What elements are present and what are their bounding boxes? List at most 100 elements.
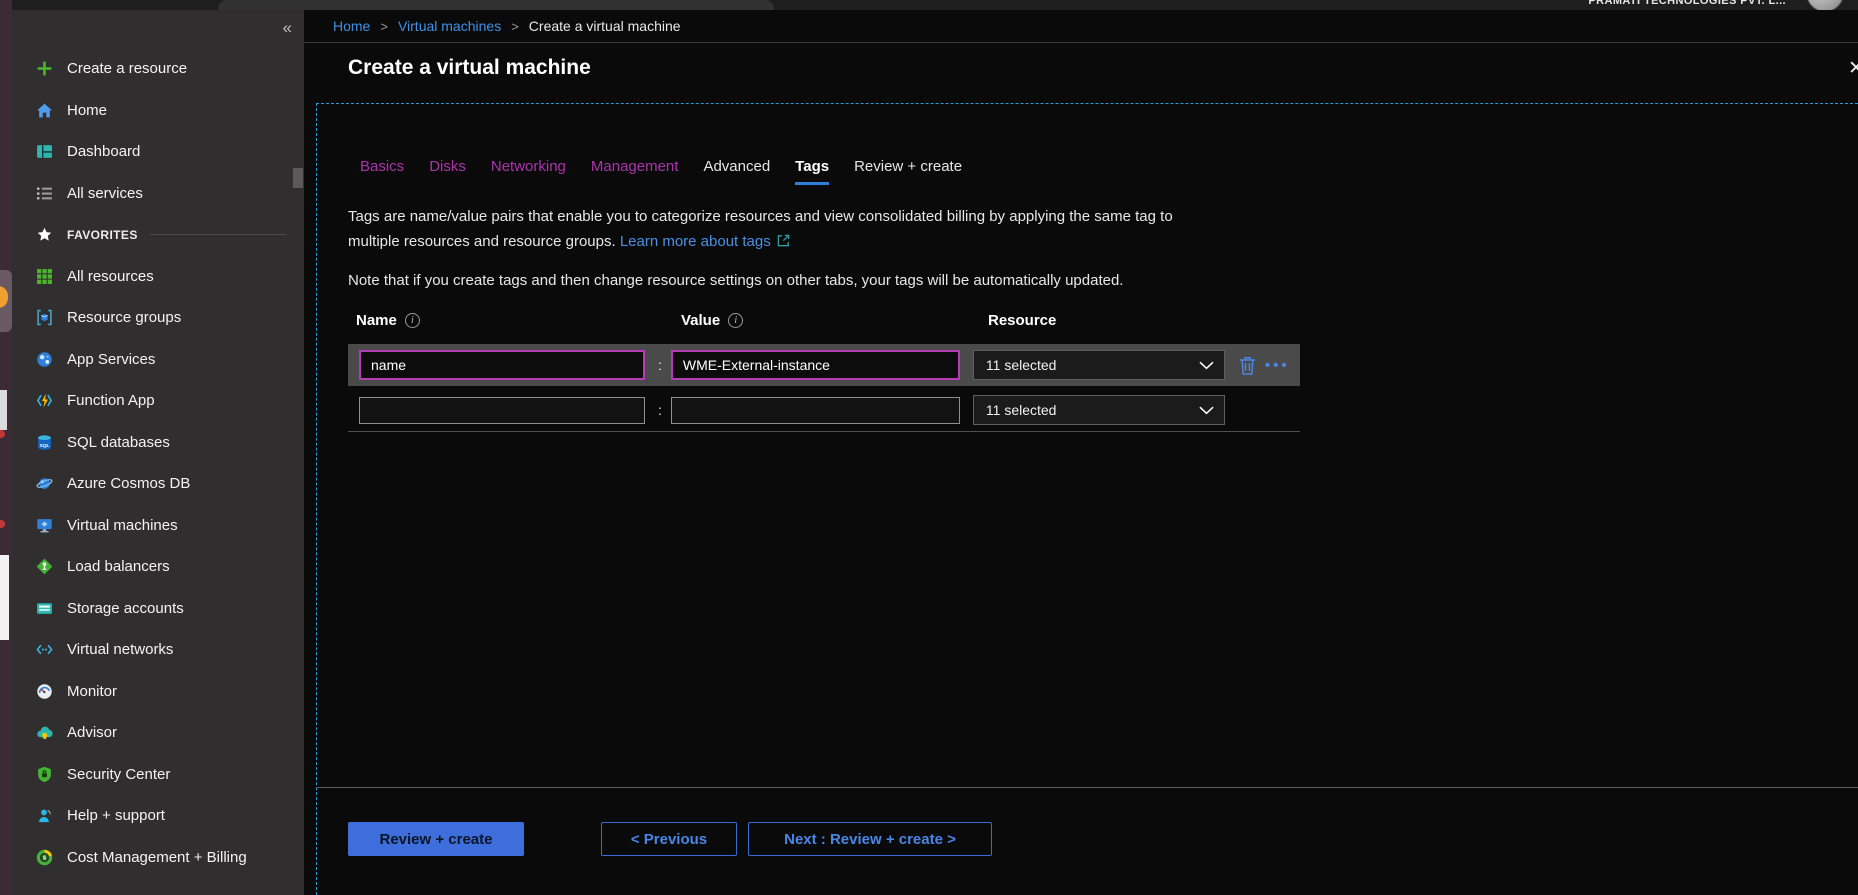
column-header-resource: Resource — [988, 312, 1056, 329]
monitor-icon — [34, 681, 54, 701]
sidebar-item-home[interactable]: Home — [12, 90, 304, 132]
sidebar-item-label: Advisor — [67, 724, 117, 741]
tag-value-input[interactable] — [671, 350, 960, 380]
info-icon[interactable]: i — [728, 313, 743, 328]
sidebar-item-label: Security Center — [67, 766, 170, 783]
sidebar-item-virtual-networks[interactable]: Virtual networks — [12, 629, 304, 671]
sidebar-item-resource-groups[interactable]: Resource groups — [12, 297, 304, 339]
breadcrumb-home[interactable]: Home — [333, 18, 370, 34]
external-link-icon — [776, 231, 791, 256]
column-header-name-label: Name — [356, 312, 397, 329]
portal-top-bar: PRAMATI TECHNOLOGIES PVT. L... — [12, 0, 1858, 10]
tag-name-input[interactable] — [359, 350, 645, 380]
dashboard-icon — [34, 142, 54, 162]
sidebar-item-dashboard[interactable]: Dashboard — [12, 131, 304, 173]
review-create-button[interactable]: Review + create — [348, 822, 524, 856]
column-header-value: Value i — [681, 312, 743, 329]
tag-row-1: : 11 selected ••• — [348, 344, 1300, 386]
delete-tag-icon[interactable] — [1238, 355, 1257, 376]
resource-groups-icon — [34, 308, 54, 328]
tag-value-input-empty[interactable] — [671, 397, 960, 424]
tags-description: Tags are name/value pairs that enable yo… — [348, 204, 1173, 256]
tab-disks[interactable]: Disks — [429, 158, 466, 185]
sidebar-item-sql-databases[interactable]: SQLSQL databases — [12, 422, 304, 464]
tab-management[interactable]: Management — [591, 158, 679, 185]
sidebar-item-load-balancers[interactable]: Load balancers — [12, 546, 304, 588]
load-balancers-icon — [34, 557, 54, 577]
breadcrumb: Home > Virtual machines > Create a virtu… — [304, 10, 1858, 43]
sidebar-item-storage-accounts[interactable]: Storage accounts — [12, 588, 304, 630]
sidebar-item-label: Virtual machines — [67, 517, 178, 534]
sidebar-item-label: App Services — [67, 351, 155, 368]
colon-separator: : — [658, 357, 662, 373]
sidebar-item-cost-management-billing[interactable]: $Cost Management + Billing — [12, 837, 304, 879]
chevron-down-icon — [1199, 361, 1214, 370]
sidebar-item-function-app[interactable]: Function App — [12, 380, 304, 422]
tab-networking[interactable]: Networking — [491, 158, 566, 185]
sidebar-item-label: FAVORITES — [67, 228, 138, 242]
tab-tags[interactable]: Tags — [795, 158, 829, 185]
sidebar-item-label: All resources — [67, 268, 154, 285]
sidebar-item-label: SQL databases — [67, 434, 170, 451]
sidebar-item-all-services[interactable]: All services — [12, 173, 304, 215]
tags-note: Note that if you create tags and then ch… — [348, 272, 1123, 289]
sidebar-item-label: Cost Management + Billing — [67, 849, 247, 866]
tab-review-create[interactable]: Review + create — [854, 158, 962, 185]
sidebar-item-label: Storage accounts — [67, 600, 184, 617]
browser-tab-fragment[interactable] — [218, 0, 774, 10]
tab-advanced[interactable]: Advanced — [703, 158, 770, 185]
security-center-icon — [34, 764, 54, 784]
cosmos-db-icon — [34, 474, 54, 494]
sidebar-item-security-center[interactable]: Security Center — [12, 754, 304, 796]
breadcrumb-virtual-machines[interactable]: Virtual machines — [398, 18, 501, 34]
info-icon[interactable]: i — [405, 313, 420, 328]
advisor-icon — [34, 723, 54, 743]
sidebar-item-label: Dashboard — [67, 143, 140, 160]
sidebar-item-all-resources[interactable]: All resources — [12, 256, 304, 298]
dock-app-icon-fragment[interactable] — [0, 390, 7, 430]
chevron-down-icon — [1199, 406, 1214, 415]
plus-icon — [34, 59, 54, 79]
storage-accounts-icon — [34, 598, 54, 618]
more-options-icon[interactable]: ••• — [1265, 357, 1290, 374]
tag-name-input-empty[interactable] — [359, 397, 645, 424]
star-icon — [34, 225, 54, 245]
next-button[interactable]: Next : Review + create > — [748, 822, 992, 856]
sidebar-item-virtual-machines[interactable]: Virtual machines — [12, 505, 304, 547]
breadcrumb-separator: > — [380, 19, 388, 34]
dock-app-icon-fragment[interactable] — [0, 555, 9, 640]
sidebar-collapse-icon[interactable]: « — [283, 18, 292, 38]
tab-basics[interactable]: Basics — [360, 158, 404, 185]
page-title: Create a virtual machine — [348, 56, 591, 80]
desktop-dock-strip — [0, 0, 12, 895]
tag-row-2: : 11 selected — [348, 391, 1300, 429]
sidebar: « Create a resourceHome Dashboard All serv… — [12, 10, 304, 895]
column-header-value-label: Value — [681, 312, 720, 329]
scrollbar-thumb[interactable] — [293, 168, 303, 188]
sidebar-item-monitor[interactable]: Monitor — [12, 671, 304, 713]
azure-portal-screen: PRAMATI TECHNOLOGIES PVT. L... « Create … — [0, 0, 1858, 895]
sidebar-item-app-services[interactable]: App Services — [12, 339, 304, 381]
footer-divider — [316, 787, 1858, 788]
directory-name[interactable]: PRAMATI TECHNOLOGIES PVT. L... — [1588, 0, 1786, 7]
main-content: Home > Virtual machines > Create a virtu… — [304, 10, 1858, 895]
breadcrumb-current: Create a virtual machine — [529, 18, 681, 34]
sidebar-item-label: Load balancers — [67, 558, 170, 575]
resource-dropdown[interactable]: 11 selected — [973, 350, 1225, 380]
dock-notification-dot — [0, 430, 5, 438]
sidebar-item-create-a-resource[interactable]: Create a resource — [12, 48, 304, 90]
colon-separator: : — [658, 402, 662, 418]
sidebar-item-favorites: FAVORITES — [12, 214, 304, 256]
sidebar-item-help-support[interactable]: Help + support — [12, 795, 304, 837]
help-support-icon — [34, 806, 54, 826]
close-icon[interactable]: ✕ — [1848, 57, 1858, 80]
virtual-networks-icon — [34, 640, 54, 660]
resource-dropdown[interactable]: 11 selected — [973, 395, 1225, 425]
learn-more-link[interactable]: Learn more about tags — [620, 233, 771, 250]
sidebar-item-advisor[interactable]: Advisor — [12, 712, 304, 754]
sidebar-item-azure-cosmos-db[interactable]: Azure Cosmos DB — [12, 463, 304, 505]
footer-buttons: Review + create < Previous Next : Review… — [348, 822, 992, 856]
app-services-icon — [34, 349, 54, 369]
previous-button[interactable]: < Previous — [601, 822, 737, 856]
sidebar-item-label: All services — [67, 185, 143, 202]
